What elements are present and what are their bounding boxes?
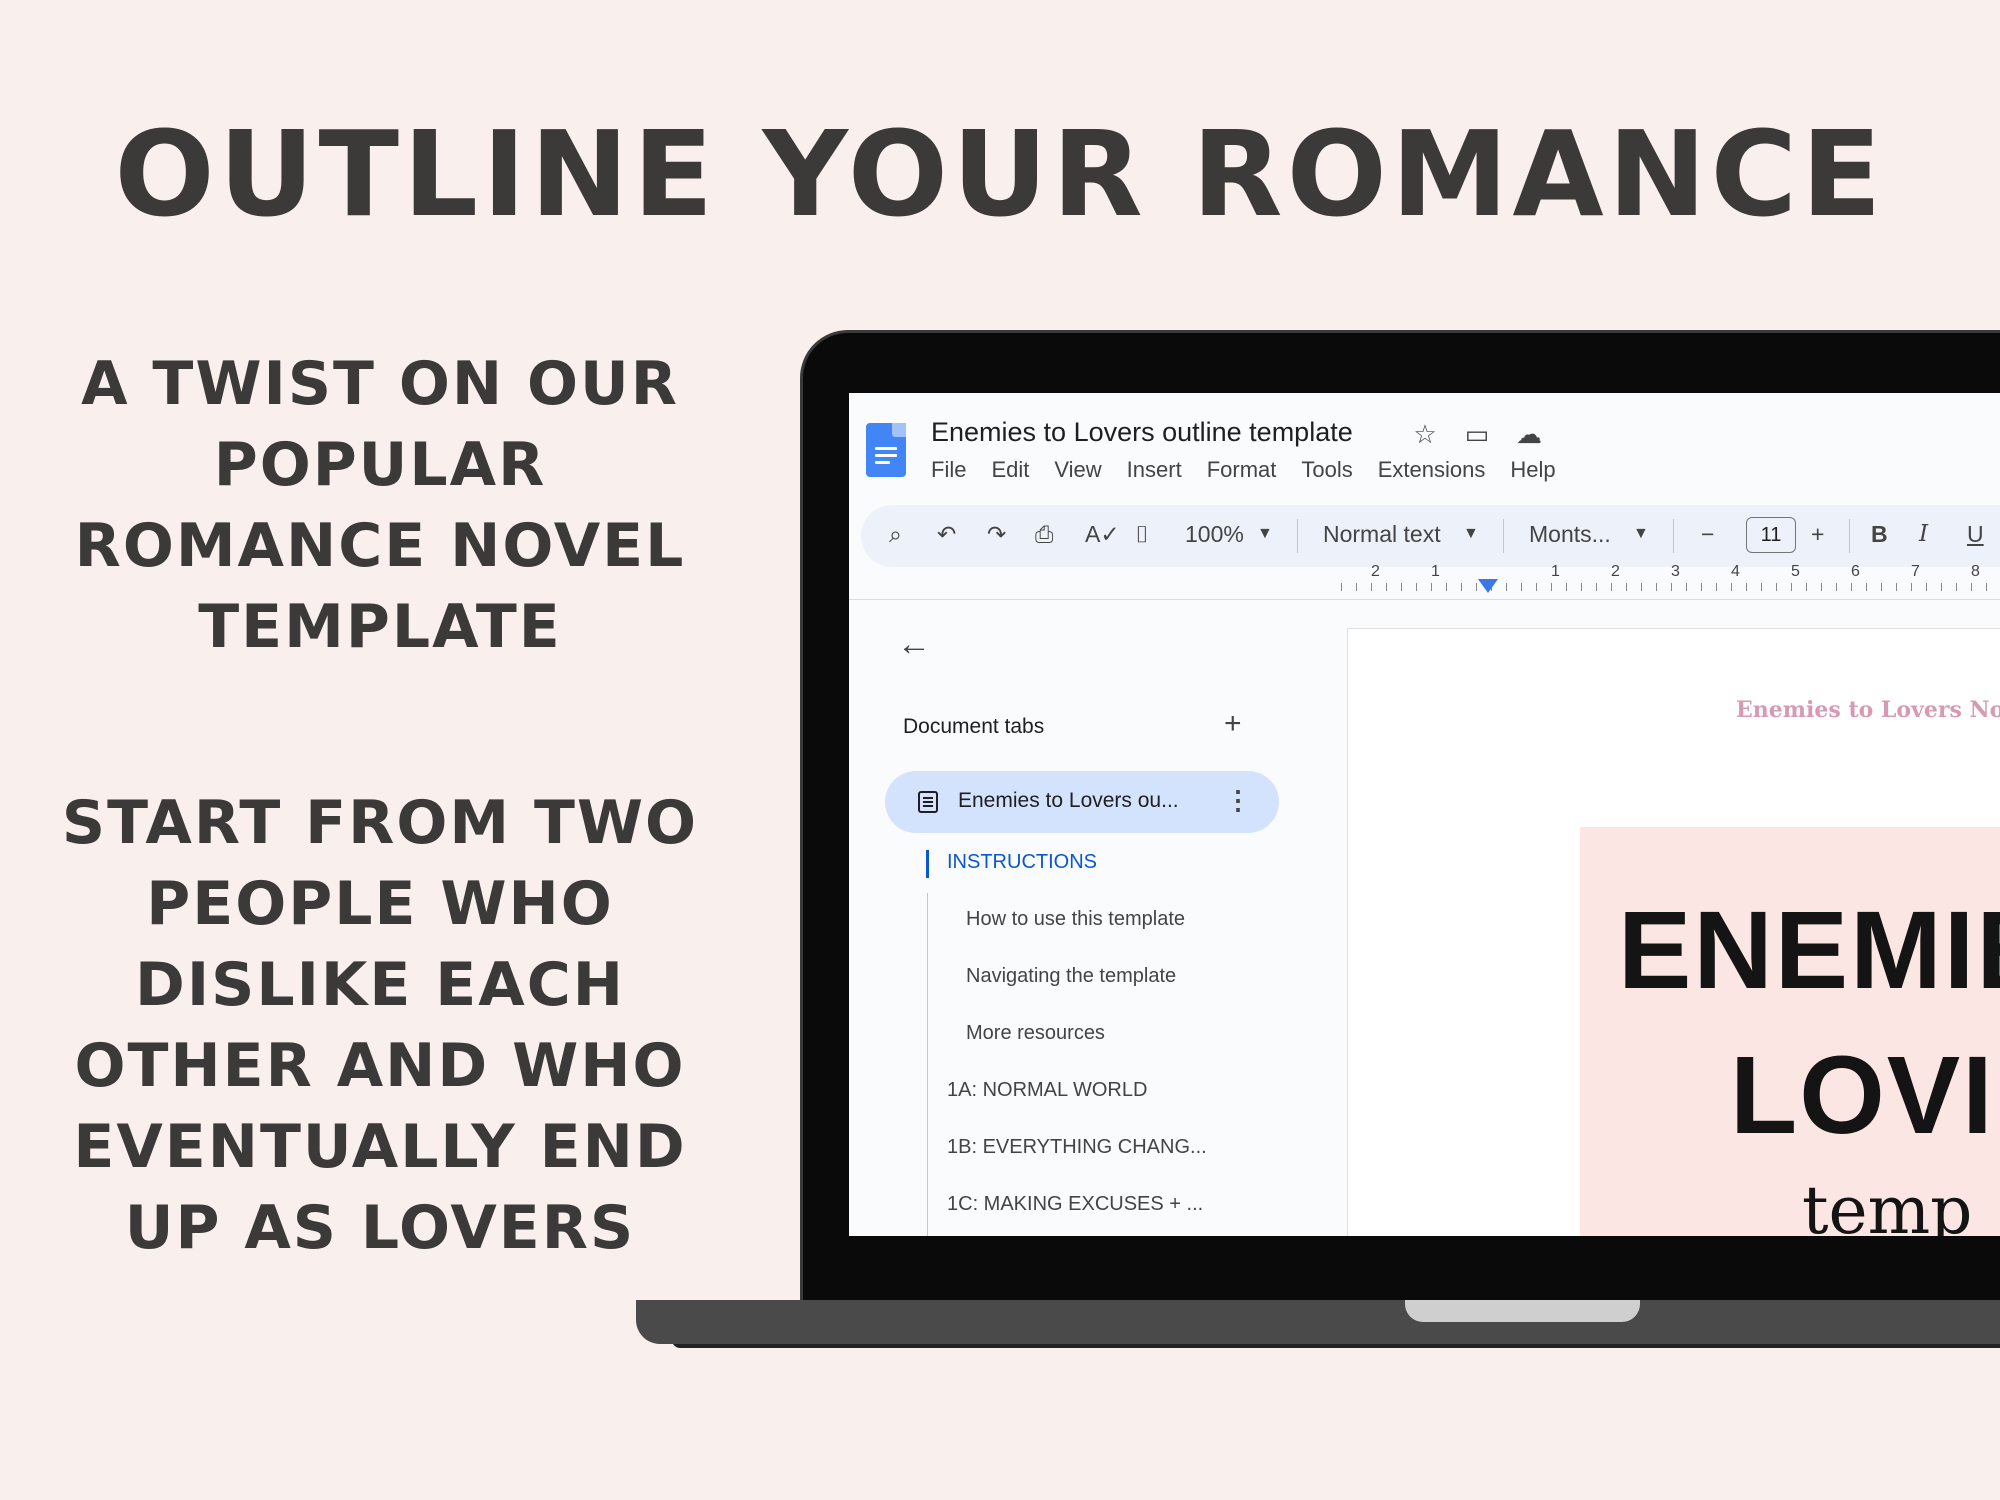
underline-button[interactable]: U (1967, 521, 1984, 548)
paragraph-style-select[interactable]: Normal text (1323, 521, 1441, 548)
paint-format-icon[interactable]: ⌷ (1135, 521, 1149, 548)
ruler-number: 2 (1371, 563, 1380, 580)
cover-image: ENEMIE LOVI temp (1580, 827, 2000, 1236)
active-tab-label: Enemies to Lovers ou... (958, 789, 1179, 812)
increase-font-size-button[interactable]: + (1811, 521, 1824, 548)
toolbar-divider-line (849, 599, 2000, 600)
menu-help[interactable]: Help (1510, 457, 1555, 483)
tagline-description: START FROM TWO PEOPLE WHO DISLIKE EACH O… (60, 783, 700, 1269)
italic-button[interactable]: I (1919, 521, 1928, 547)
ruler-number: 3 (1671, 563, 1680, 580)
document-tabs-label: Document tabs (903, 715, 1045, 738)
bold-button[interactable]: B (1871, 521, 1888, 548)
chevron-down-icon[interactable]: ▼ (1463, 525, 1479, 543)
cover-title-line1: ENEMIE (1618, 889, 2000, 1012)
ruler-number: 1 (1551, 563, 1560, 580)
toolbar-divider (1849, 519, 1850, 553)
outline-item-making-excuses[interactable]: 1C: MAKING EXCUSES + ... (947, 1193, 1203, 1216)
menu-insert[interactable]: Insert (1127, 457, 1182, 483)
menu-tools[interactable]: Tools (1301, 457, 1352, 483)
ruler-number: 6 (1851, 563, 1860, 580)
print-icon[interactable]: ⎙ (1035, 521, 1053, 548)
ruler-number: 8 (1971, 563, 1980, 580)
laptop-notch (1405, 1300, 1640, 1322)
tagline-line: TEMPLATE (198, 592, 562, 662)
outline-item-instructions[interactable]: INSTRUCTIONS (947, 851, 1097, 874)
zoom-select[interactable]: 100% (1185, 521, 1244, 548)
laptop-base (636, 1300, 2000, 1344)
menu-bar: File Edit View Insert Format Tools Exten… (931, 457, 1556, 483)
document-icon (918, 791, 938, 813)
toolbar: ⌕ ↶ ↷ ⎙ A✓ ⌷ 100% ▼ Normal text ▼ Monts.… (861, 505, 2000, 567)
outline-item-more-resources[interactable]: More resources (966, 1022, 1105, 1045)
tagline-line: DISLIKE EACH (135, 950, 625, 1020)
indent-marker[interactable] (1478, 579, 1498, 593)
ruler-number: 5 (1791, 563, 1800, 580)
active-document-tab[interactable]: Enemies to Lovers ou... ⋮ (885, 771, 1279, 833)
chevron-down-icon[interactable]: ▼ (1257, 525, 1273, 543)
tagline-line: OTHER AND WHO (74, 1031, 686, 1101)
menu-format[interactable]: Format (1207, 457, 1277, 483)
horizontal-ruler[interactable]: 2 1 1 2 3 4 5 6 7 8 (1341, 563, 2000, 593)
outline-item-everything-changes[interactable]: 1B: EVERYTHING CHANG... (947, 1136, 1207, 1159)
outline-item-normal-world[interactable]: 1A: NORMAL WORLD (947, 1079, 1147, 1102)
document-title[interactable]: Enemies to Lovers outline template (931, 417, 1353, 448)
tagline-line: EVENTUALLY END (73, 1112, 687, 1182)
document-page[interactable]: Enemies to Lovers Nove ENEMIE LOVI temp (1347, 628, 2000, 1236)
tagline-line: PEOPLE WHO (146, 869, 614, 939)
toolbar-divider (1673, 519, 1674, 553)
outline-item-navigating[interactable]: Navigating the template (966, 965, 1176, 988)
headline: OUTLINE YOUR ROMANCE (114, 105, 1886, 243)
tagline-line: UP AS LOVERS (124, 1193, 636, 1263)
tagline-line: ROMANCE NOVEL (74, 511, 686, 581)
outline-active-indicator (926, 850, 929, 878)
add-tab-button[interactable]: + (1224, 707, 1242, 741)
page-header-text: Enemies to Lovers Nove (1736, 697, 2000, 723)
search-menus-icon[interactable]: ⌕ (889, 521, 902, 548)
tagline-line: POPULAR (213, 430, 547, 500)
ruler-number: 2 (1611, 563, 1620, 580)
tagline-line: A TWIST ON OUR (81, 349, 679, 419)
redo-icon[interactable]: ↷ (987, 521, 1006, 548)
more-options-icon[interactable]: ⋮ (1225, 785, 1251, 816)
google-docs-logo-icon[interactable] (866, 423, 906, 477)
ruler-number: 4 (1731, 563, 1740, 580)
undo-icon[interactable]: ↶ (937, 521, 956, 548)
font-size-input[interactable]: 11 (1746, 517, 1796, 553)
move-folder-icon[interactable]: ▭ (1461, 419, 1493, 450)
spellcheck-icon[interactable]: A✓ (1085, 521, 1120, 548)
menu-view[interactable]: View (1054, 457, 1101, 483)
menu-edit[interactable]: Edit (991, 457, 1029, 483)
star-icon[interactable]: ☆ (1409, 419, 1441, 450)
title-actions: ☆ ▭ ☁ (1409, 419, 1545, 450)
outline-guide-line (927, 893, 928, 1236)
decrease-font-size-button[interactable]: − (1701, 521, 1714, 548)
ruler-number: 7 (1911, 563, 1920, 580)
toolbar-divider (1503, 519, 1504, 553)
menu-file[interactable]: File (931, 457, 966, 483)
tagline-line: START FROM TWO (61, 788, 699, 858)
menu-extensions[interactable]: Extensions (1378, 457, 1486, 483)
toolbar-divider (1297, 519, 1298, 553)
cover-subtitle: temp (1802, 1172, 1973, 1236)
chevron-down-icon[interactable]: ▼ (1633, 525, 1649, 543)
font-family-select[interactable]: Monts... (1529, 521, 1611, 548)
ruler-number: 1 (1431, 563, 1440, 580)
tagline-twist: A TWIST ON OUR POPULAR ROMANCE NOVEL TEM… (60, 344, 700, 668)
cover-title-line2: LOVI (1730, 1034, 1995, 1157)
docs-screen: Enemies to Lovers outline template ☆ ▭ ☁… (849, 393, 2000, 1236)
cloud-status-icon[interactable]: ☁ (1513, 419, 1545, 450)
back-arrow-icon[interactable]: ← (897, 625, 931, 664)
outline-item-how-to-use[interactable]: How to use this template (966, 908, 1185, 931)
